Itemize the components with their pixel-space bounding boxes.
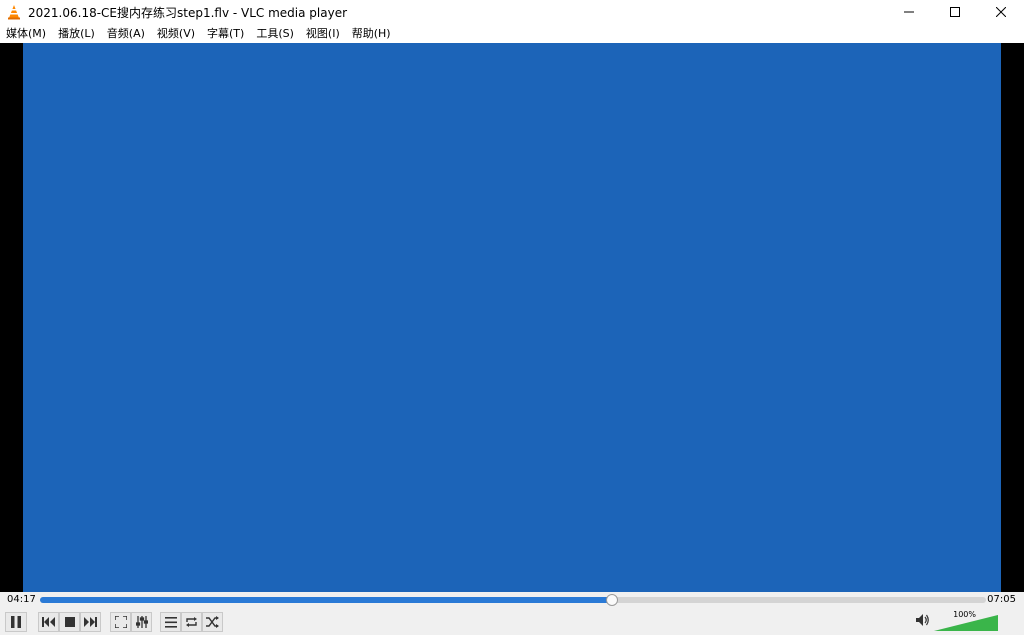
menu-audio[interactable]: 音频(A) bbox=[101, 24, 151, 43]
extended-settings-button[interactable] bbox=[131, 612, 152, 632]
minimize-icon bbox=[904, 11, 914, 13]
close-button[interactable] bbox=[978, 0, 1024, 24]
window-controls bbox=[886, 0, 1024, 24]
loop-button[interactable] bbox=[181, 612, 202, 632]
close-icon bbox=[996, 7, 1006, 17]
fullscreen-button[interactable] bbox=[110, 612, 131, 632]
playback-controls: 04:17 07:05 100% bbox=[0, 592, 1024, 635]
maximize-button[interactable] bbox=[932, 0, 978, 24]
next-icon bbox=[84, 617, 97, 627]
menu-video[interactable]: 视频(V) bbox=[151, 24, 201, 43]
stop-button[interactable] bbox=[59, 612, 80, 632]
pause-icon bbox=[11, 616, 21, 628]
seek-bar[interactable] bbox=[40, 594, 986, 606]
menu-view[interactable]: 视图(I) bbox=[300, 24, 346, 43]
pause-button[interactable] bbox=[5, 612, 27, 632]
random-button[interactable] bbox=[202, 612, 223, 632]
stop-icon bbox=[64, 617, 75, 627]
menu-subtitle[interactable]: 字幕(T) bbox=[201, 24, 250, 43]
maximize-icon bbox=[950, 7, 960, 17]
speaker-icon bbox=[916, 614, 929, 626]
video-area[interactable] bbox=[0, 43, 1024, 592]
playlist-button[interactable] bbox=[160, 612, 181, 632]
minimize-button[interactable] bbox=[886, 0, 932, 24]
menu-playback[interactable]: 播放(L) bbox=[52, 24, 101, 43]
volume-label: 100% bbox=[953, 610, 976, 619]
seek-progress bbox=[40, 597, 613, 603]
title-bar: 2021.06.18-CE搜内存练习step1.flv - VLC media … bbox=[0, 0, 1024, 24]
menu-bar: 媒体(M) 播放(L) 音频(A) 视频(V) 字幕(T) 工具(S) 视图(I… bbox=[0, 24, 1024, 43]
equalizer-icon bbox=[135, 616, 148, 628]
previous-button[interactable] bbox=[38, 612, 59, 632]
next-button[interactable] bbox=[80, 612, 101, 632]
menu-tools[interactable]: 工具(S) bbox=[250, 24, 300, 43]
previous-icon bbox=[42, 617, 55, 627]
playlist-icon bbox=[164, 616, 177, 628]
window-title: 2021.06.18-CE搜内存练习step1.flv - VLC media … bbox=[28, 5, 348, 20]
vlc-cone-icon bbox=[8, 5, 20, 20]
seek-handle[interactable] bbox=[606, 594, 619, 606]
fullscreen-icon bbox=[114, 616, 127, 628]
elapsed-time: 04:17 bbox=[7, 594, 36, 605]
total-time: 07:05 bbox=[987, 594, 1016, 605]
volume-control[interactable]: 100% bbox=[916, 610, 1006, 631]
loop-icon bbox=[186, 617, 197, 627]
shuffle-icon bbox=[206, 616, 219, 628]
menu-help[interactable]: 帮助(H) bbox=[346, 24, 397, 43]
menu-media[interactable]: 媒体(M) bbox=[0, 24, 52, 43]
video-frame bbox=[23, 43, 1001, 592]
